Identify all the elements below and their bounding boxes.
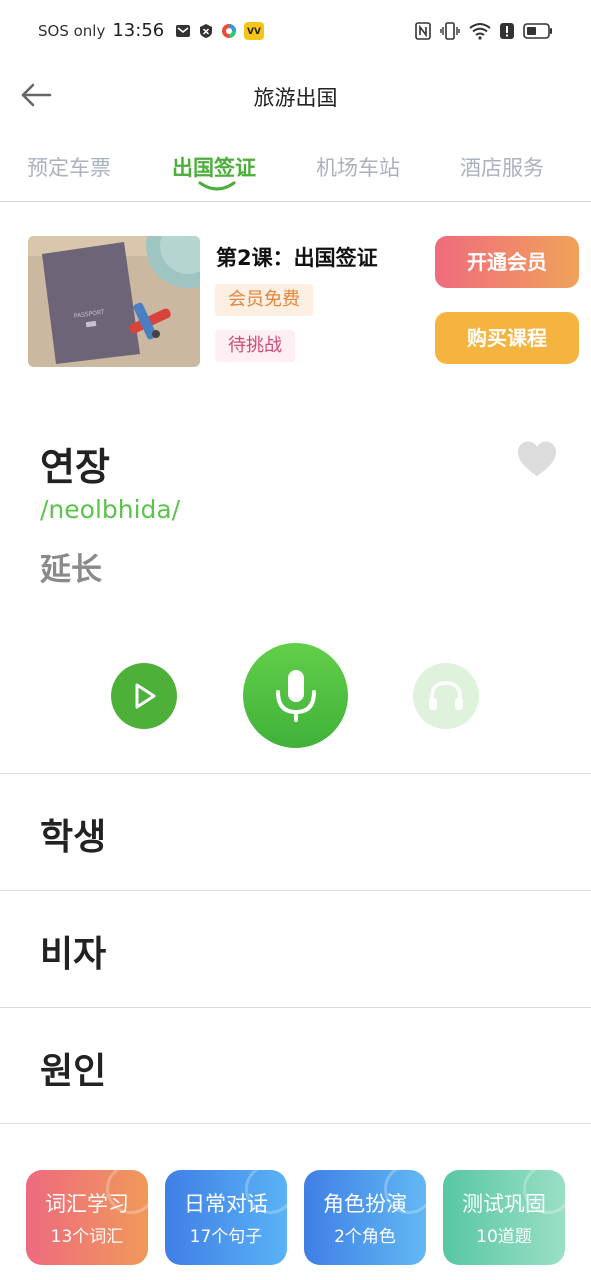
card-subtitle: 17个句子 [189, 1227, 263, 1247]
lesson-thumbnail: PASSPORT [28, 236, 200, 367]
nfc-icon [415, 22, 431, 40]
dialogue-card[interactable]: 日常对话 17个句子 [165, 1170, 287, 1265]
word-phonetic: /neolbhida/ [40, 495, 181, 524]
app-yellow-icon: VV [244, 21, 265, 40]
status-bar: SOS only 13:56 VV [0, 0, 591, 64]
challenge-badge: 待挑战 [215, 330, 295, 362]
list-item[interactable]: 학생 [0, 773, 591, 890]
battery-icon [523, 23, 552, 39]
vibrate-icon [440, 22, 460, 40]
list-item-word: 원인 [40, 1051, 107, 1092]
word-list: 학생 비자 원인 [0, 773, 591, 1124]
tab-book-tickets[interactable]: 预定车票 [27, 152, 111, 182]
active-tab-indicator [198, 181, 236, 191]
lesson-card: PASSPORT 第2课：出国签证 会员免费 待挑战 开通会员 购买课程 [28, 236, 580, 368]
lesson-title: 第2课：出国签证 [216, 246, 378, 270]
status-left: SOS only 13:56 VV [38, 20, 265, 41]
card-title: 角色扮演 [323, 1192, 407, 1216]
wifi-icon [469, 23, 491, 40]
headphones-icon [429, 681, 463, 710]
quiz-card[interactable]: 测试巩固 10道题 [443, 1170, 565, 1265]
list-item[interactable]: 비자 [0, 890, 591, 1007]
list-item[interactable]: 원인 [0, 1007, 591, 1124]
card-title: 日常对话 [184, 1192, 268, 1216]
list-item-word: 학생 [40, 817, 107, 858]
status-right [415, 22, 553, 40]
buy-course-button[interactable]: 购买课程 [435, 312, 579, 364]
member-free-badge: 会员免费 [215, 284, 313, 316]
card-title: 词汇学习 [45, 1192, 129, 1216]
microphone-icon [275, 669, 316, 722]
role-play-card[interactable]: 角色扮演 2个角色 [304, 1170, 426, 1265]
clock: 13:56 [112, 20, 165, 41]
study-mode-cards: 词汇学习 13个词汇 日常对话 17个句子 角色扮演 2个角色 测试巩固 10道… [26, 1170, 566, 1265]
svg-text:VV: VV [247, 27, 261, 37]
tab-hotel-service[interactable]: 酒店服务 [460, 152, 544, 182]
app-color-icon [222, 23, 237, 38]
card-subtitle: 2个角色 [334, 1227, 396, 1247]
open-membership-button[interactable]: 开通会员 [435, 236, 579, 288]
shield-icon [200, 23, 213, 38]
card-subtitle: 10道题 [476, 1227, 532, 1247]
favorite-heart-icon[interactable] [516, 440, 558, 478]
tab-airport-station[interactable]: 机场车站 [316, 152, 400, 182]
play-button[interactable] [111, 663, 177, 729]
carrier-text: SOS only [38, 21, 106, 40]
list-item-word: 비자 [40, 934, 107, 975]
app-header: 旅游出国 [0, 64, 591, 128]
play-icon [135, 683, 156, 709]
alert-icon [500, 23, 514, 39]
card-title: 测试巩固 [462, 1192, 546, 1216]
current-word: 연장 [40, 445, 110, 489]
word-meaning: 延长 [40, 552, 102, 588]
tab-visa[interactable]: 出国签证 [172, 152, 256, 182]
record-button[interactable] [243, 643, 348, 748]
vocabulary-card[interactable]: 词汇学习 13个词汇 [26, 1170, 148, 1265]
passport-image: PASSPORT [28, 236, 200, 367]
page-title: 旅游出国 [253, 86, 338, 110]
listen-button[interactable] [413, 663, 479, 729]
category-tabs: 预定车票 出国签证 机场车站 酒店服务 [0, 140, 591, 202]
card-subtitle: 13个词汇 [50, 1227, 124, 1247]
mail-icon [176, 24, 191, 37]
